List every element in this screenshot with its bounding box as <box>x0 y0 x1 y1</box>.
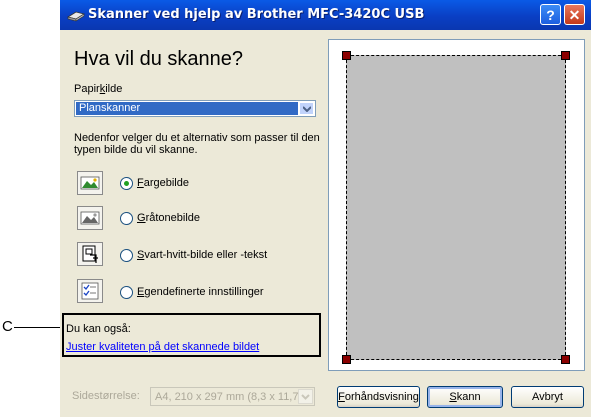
instruction-text: Nedenfor velger du et alternativ som pas… <box>74 132 320 156</box>
option-label-black-white[interactable]: Svart-hvitt-bilde eller -tekst <box>137 249 267 261</box>
scanner-dialog: Skanner ved hjelp av Brother MFC-3420C U… <box>60 0 591 417</box>
adjust-quality-link[interactable]: Juster kvaliteten på det skannede bildet <box>66 341 259 353</box>
paper-source-label: Papirkilde <box>74 83 123 95</box>
grayscale-picture-icon[interactable] <box>77 206 103 230</box>
chevron-down-icon <box>298 389 313 404</box>
paper-source-select[interactable]: Planskanner <box>74 100 316 117</box>
option-label-grayscale-picture[interactable]: Gråtonebilde <box>137 212 200 224</box>
resize-handle-top-right[interactable] <box>561 51 570 60</box>
resize-handle-bottom-right[interactable] <box>561 355 570 364</box>
callout-label-c: C <box>2 318 13 335</box>
radio-black-white[interactable] <box>120 249 133 262</box>
radio-custom-settings[interactable] <box>120 286 133 299</box>
scan-button[interactable]: Skann <box>427 386 503 408</box>
black-white-text-icon[interactable] <box>77 242 103 266</box>
radio-color-picture[interactable] <box>120 177 133 190</box>
resize-handle-bottom-left[interactable] <box>342 355 351 364</box>
paper-source-value: Planskanner <box>76 102 298 115</box>
page-size-select: A4, 210 x 297 mm (8,3 x 11,7 <box>150 387 315 406</box>
color-picture-icon[interactable] <box>77 171 103 195</box>
page-title: Hva vil du skanne? <box>74 48 243 70</box>
window-title: Skanner ved hjelp av Brother MFC-3420C U… <box>88 7 425 22</box>
option-label-color-picture[interactable]: Fargebilde <box>137 177 189 189</box>
option-label-custom-settings[interactable]: Egendefinerte innstillinger <box>137 286 264 298</box>
help-button[interactable]: ? <box>540 4 561 25</box>
scan-region[interactable] <box>346 55 566 360</box>
cancel-button[interactable]: Avbryt <box>511 386 584 408</box>
page-size-label: Sidestørrelse: <box>72 390 140 402</box>
chevron-down-icon[interactable] <box>299 102 314 115</box>
title-bar[interactable]: Skanner ved hjelp av Brother MFC-3420C U… <box>60 0 591 30</box>
resize-handle-top-left[interactable] <box>342 51 351 60</box>
also-label: Du kan også: <box>66 323 131 335</box>
preview-button[interactable]: Forhåndsvisning <box>337 386 420 408</box>
page-size-value: A4, 210 x 297 mm (8,3 x 11,7 <box>155 391 299 403</box>
scanner-icon <box>67 11 85 22</box>
scan-preview-area[interactable] <box>328 39 585 371</box>
custom-settings-icon[interactable] <box>77 279 103 303</box>
close-button[interactable]: ✕ <box>564 4 585 25</box>
callout-line <box>14 327 62 328</box>
radio-grayscale-picture[interactable] <box>120 212 133 225</box>
